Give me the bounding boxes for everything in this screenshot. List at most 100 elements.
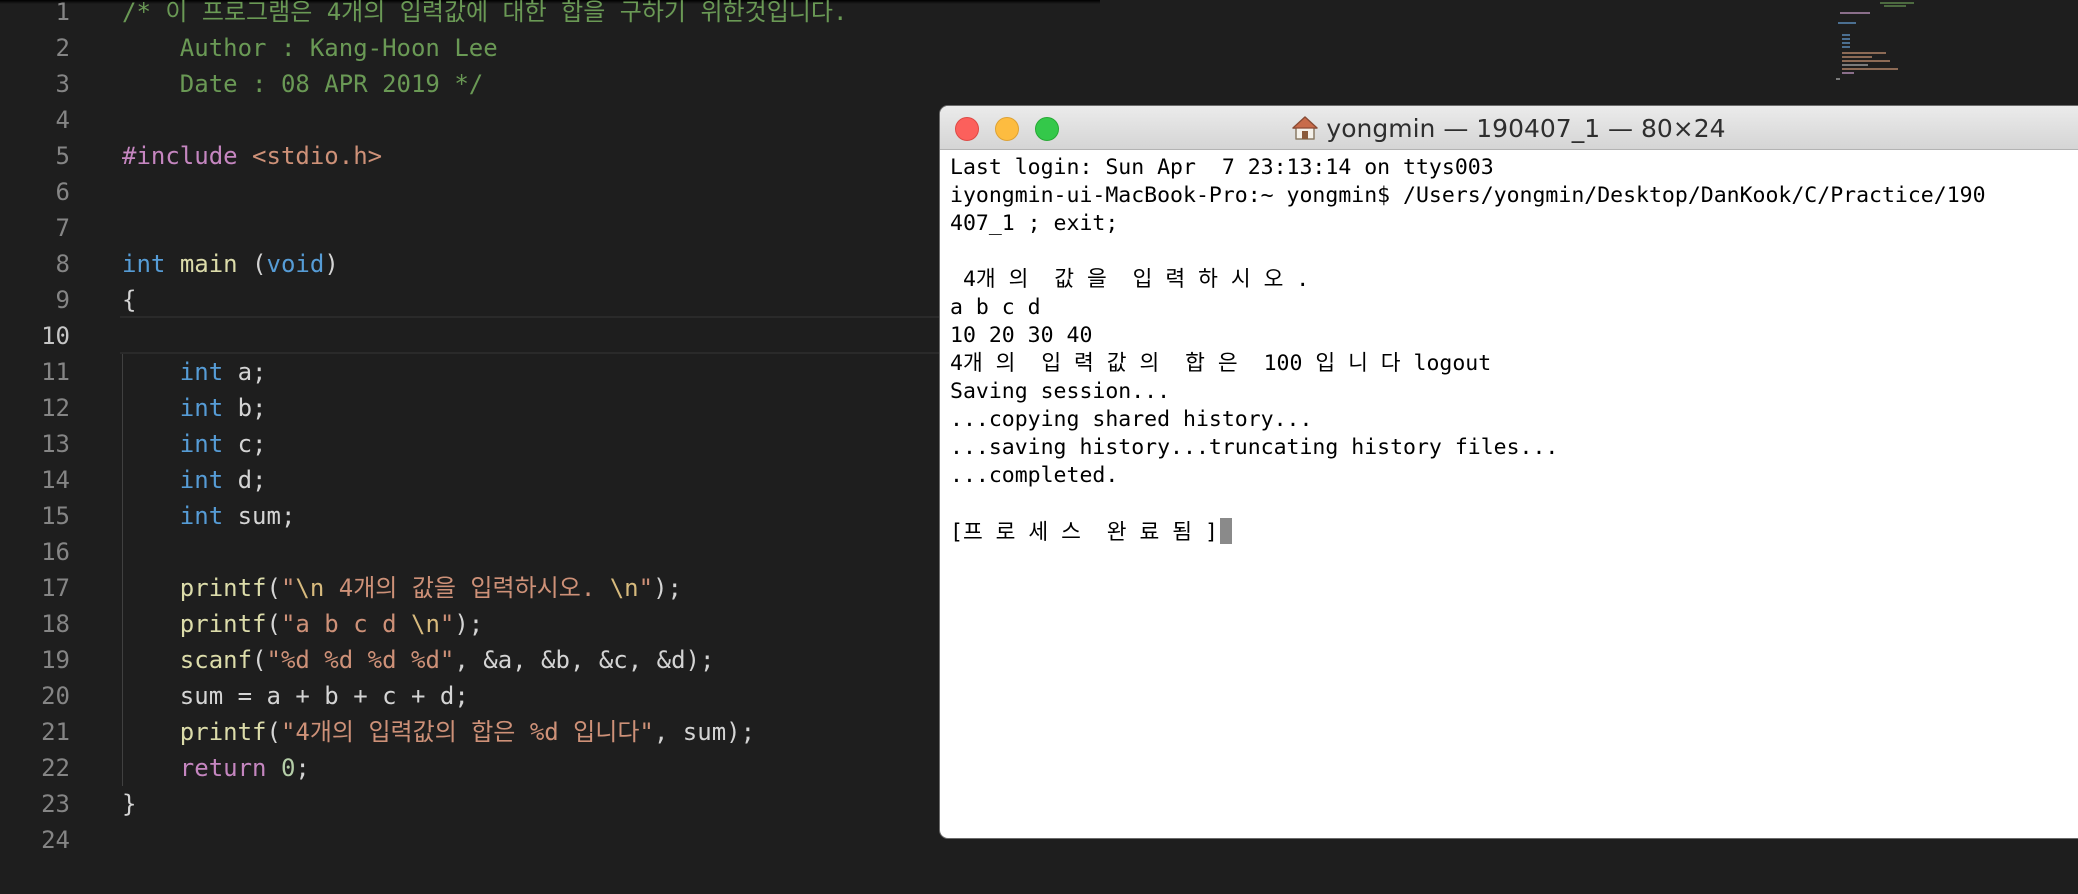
- code-token: printf: [179, 574, 267, 602]
- terminal-title-group: yongmin — 190407_1 — 80×24: [940, 106, 2078, 150]
- code-line: #include <stdio.h>: [122, 138, 382, 174]
- code-line: printf("a b c d \n");: [122, 606, 483, 642]
- code-token: int: [179, 466, 224, 494]
- line-number: 23: [41, 790, 70, 818]
- terminal-titlebar[interactable]: yongmin — 190407_1 — 80×24: [940, 106, 2078, 150]
- terminal-line-text: 4개 의 값 을 입 력 하 시 오 .: [950, 267, 1310, 292]
- code-token: sum = a + b + c + d;: [122, 682, 469, 710]
- minimap[interactable]: [1830, 0, 1950, 90]
- code-token: scanf: [179, 646, 253, 674]
- code-line: int d;: [122, 462, 267, 498]
- terminal-line-text: 4개 의 입 력 값 의 합 은 100 입 니 다 logout: [950, 351, 1492, 376]
- code-token: int: [179, 394, 224, 422]
- code-token: #include: [122, 142, 238, 170]
- terminal-line: a b c d: [950, 294, 2078, 322]
- code-token: 4개의 값을 입력하시오.: [324, 574, 610, 602]
- line-number: 19: [41, 646, 70, 674]
- code-token: \n: [295, 574, 325, 602]
- code-token: b;: [223, 394, 267, 422]
- code-token: ": [280, 574, 296, 602]
- code-token: , sum);: [653, 718, 756, 746]
- terminal-line-text: 407_1 ; exit;: [950, 211, 1119, 236]
- code-token: (: [266, 718, 281, 746]
- line-number: 10: [41, 322, 70, 350]
- code-token: int: [179, 358, 224, 386]
- line-number: 1: [55, 0, 70, 26]
- terminal-line: ...completed.: [950, 462, 2078, 490]
- code-token: <stdio.h>: [252, 142, 383, 170]
- terminal-line: [프 로 세 스 완 료 됨 ]: [950, 518, 2078, 546]
- code-token: Author : Kang-Hoon Lee: [122, 34, 498, 62]
- code-token: 0: [280, 754, 296, 782]
- code-line: Author : Kang-Hoon Lee: [122, 30, 498, 66]
- line-number: 8: [55, 250, 70, 278]
- code-line: int a;: [122, 354, 267, 390]
- code-line: /* 이 프로그램은 4개의 입력값에 대한 합을 구하기 위한것입니다.: [122, 0, 847, 30]
- code-line: int b;: [122, 390, 267, 426]
- code-line: int sum;: [122, 498, 296, 534]
- code-token: ": [638, 574, 654, 602]
- terminal-output[interactable]: Last login: Sun Apr 7 23:13:14 on ttys00…: [950, 154, 2078, 546]
- code-token: ): [324, 250, 339, 278]
- line-number: 16: [41, 538, 70, 566]
- code-token: void: [266, 250, 325, 278]
- line-number: 22: [41, 754, 70, 782]
- terminal-line-text: 10 20 30 40: [950, 323, 1093, 348]
- terminal-line-text: [프 로 세 스 완 료 됨 ]: [950, 520, 1218, 545]
- line-number: 18: [41, 610, 70, 638]
- code-line: int c;: [122, 426, 267, 462]
- terminal-window[interactable]: yongmin — 190407_1 — 80×24 Last login: S…: [940, 106, 2078, 838]
- line-number: 15: [41, 502, 70, 530]
- line-number: 7: [55, 214, 70, 242]
- code-line: scanf("%d %d %d %d", &a, &b, &c, &d);: [122, 642, 715, 678]
- terminal-line-text: Saving session...: [950, 379, 1171, 404]
- code-token: main: [179, 250, 238, 278]
- terminal-line: Saving session...: [950, 378, 2078, 406]
- line-number: 17: [41, 574, 70, 602]
- code-line: printf("\n 4개의 값을 입력하시오. \n");: [122, 570, 682, 606]
- line-number: 11: [41, 358, 70, 386]
- code-token: \n: [609, 574, 639, 602]
- code-token: d;: [223, 466, 267, 494]
- code-token: /* 이 프로그램은 4개의 입력값에 대한 합을 구하기 위한것입니다.: [122, 0, 848, 26]
- code-token: return: [179, 754, 267, 782]
- code-token: );: [653, 574, 682, 602]
- code-token: int: [179, 502, 224, 530]
- code-token: "a b c d: [280, 610, 411, 638]
- line-number: 6: [55, 178, 70, 206]
- line-number: 13: [41, 430, 70, 458]
- code-line: {: [122, 282, 136, 318]
- line-number: 4: [55, 106, 70, 134]
- code-line: printf("4개의 입력값의 합은 %d 입니다", sum);: [122, 714, 755, 750]
- terminal-line-text: iyongmin-ui-MacBook-Pro:~ yongmin$ /User…: [950, 183, 1986, 208]
- code-line: return 0;: [122, 750, 310, 786]
- code-line: int main (void): [122, 246, 339, 282]
- line-number: 12: [41, 394, 70, 422]
- code-token: ": [439, 610, 455, 638]
- terminal-line-text: a b c d: [950, 295, 1041, 320]
- code-token: \n: [411, 610, 440, 638]
- code-token: int: [179, 430, 224, 458]
- code-token: printf: [179, 610, 267, 638]
- code-line: Date : 08 APR 2019 */: [122, 66, 483, 102]
- line-number: 24: [41, 826, 70, 854]
- terminal-line-text: Last login: Sun Apr 7 23:13:14 on ttys00…: [950, 155, 1494, 180]
- code-token: ;: [295, 754, 310, 782]
- code-token: (: [266, 574, 281, 602]
- code-token: (: [252, 646, 267, 674]
- code-line: }: [122, 786, 136, 822]
- terminal-line-text: ...completed.: [950, 463, 1119, 488]
- code-token: printf: [179, 718, 267, 746]
- terminal-line: iyongmin-ui-MacBook-Pro:~ yongmin$ /User…: [950, 182, 2078, 210]
- terminal-line: ...saving history...truncating history f…: [950, 434, 2078, 462]
- line-number: 5: [55, 142, 70, 170]
- code-token: "%d %d %d %d": [266, 646, 455, 674]
